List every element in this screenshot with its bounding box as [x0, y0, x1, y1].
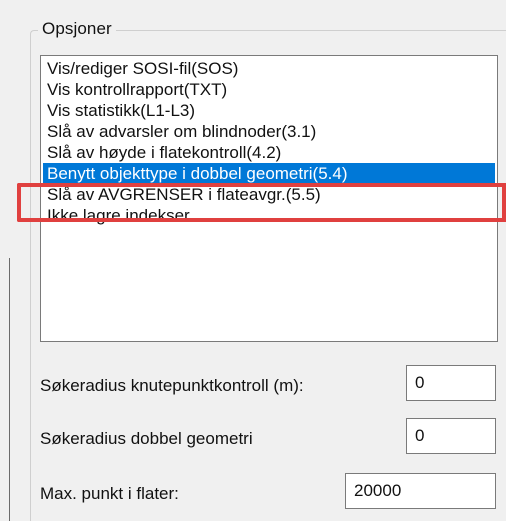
options-listbox[interactable]: Vis/rediger SOSI-fil(SOS) Vis kontrollra…: [40, 55, 498, 342]
divider-line: [9, 258, 10, 521]
list-item-benytt-objekttype[interactable]: Benytt objekttype i dobbel geometri(5.4): [43, 163, 495, 184]
list-item-sla-av-avgrenser[interactable]: Slå av AVGRENSER i flateavgr.(5.5): [43, 184, 495, 205]
list-item-vis-statistikk[interactable]: Vis statistikk(L1-L3): [43, 100, 495, 121]
knutepunkt-radius-label: Søkeradius knutepunktkontroll (m):: [40, 376, 304, 395]
options-list: Vis/rediger SOSI-fil(SOS) Vis kontrollra…: [43, 58, 495, 226]
options-group-label: Opsjoner: [38, 18, 116, 40]
list-item-sla-av-advarsler[interactable]: Slå av advarsler om blindnoder(3.1): [43, 121, 495, 142]
list-item-sla-av-hoyde[interactable]: Slå av høyde i flatekontroll(4.2): [43, 142, 495, 163]
max-punkt-label: Max. punkt i flater:: [40, 484, 179, 503]
list-item-vis-kontrollrapport[interactable]: Vis kontrollrapport(TXT): [43, 79, 495, 100]
options-panel: Opsjoner Vis/rediger SOSI-fil(SOS) Vis k…: [0, 0, 506, 521]
dobbel-geometri-radius-input[interactable]: [406, 418, 496, 454]
list-item-ikke-lagre-indekser[interactable]: Ikke lagre indekser: [43, 205, 495, 226]
list-item-vis-rediger-sosi[interactable]: Vis/rediger SOSI-fil(SOS): [43, 58, 495, 79]
red-highlight-edge: [502, 183, 506, 222]
dobbel-geometri-radius-label: Søkeradius dobbel geometri: [40, 429, 253, 448]
knutepunkt-radius-input[interactable]: [406, 365, 496, 401]
max-punkt-input[interactable]: [345, 473, 496, 509]
